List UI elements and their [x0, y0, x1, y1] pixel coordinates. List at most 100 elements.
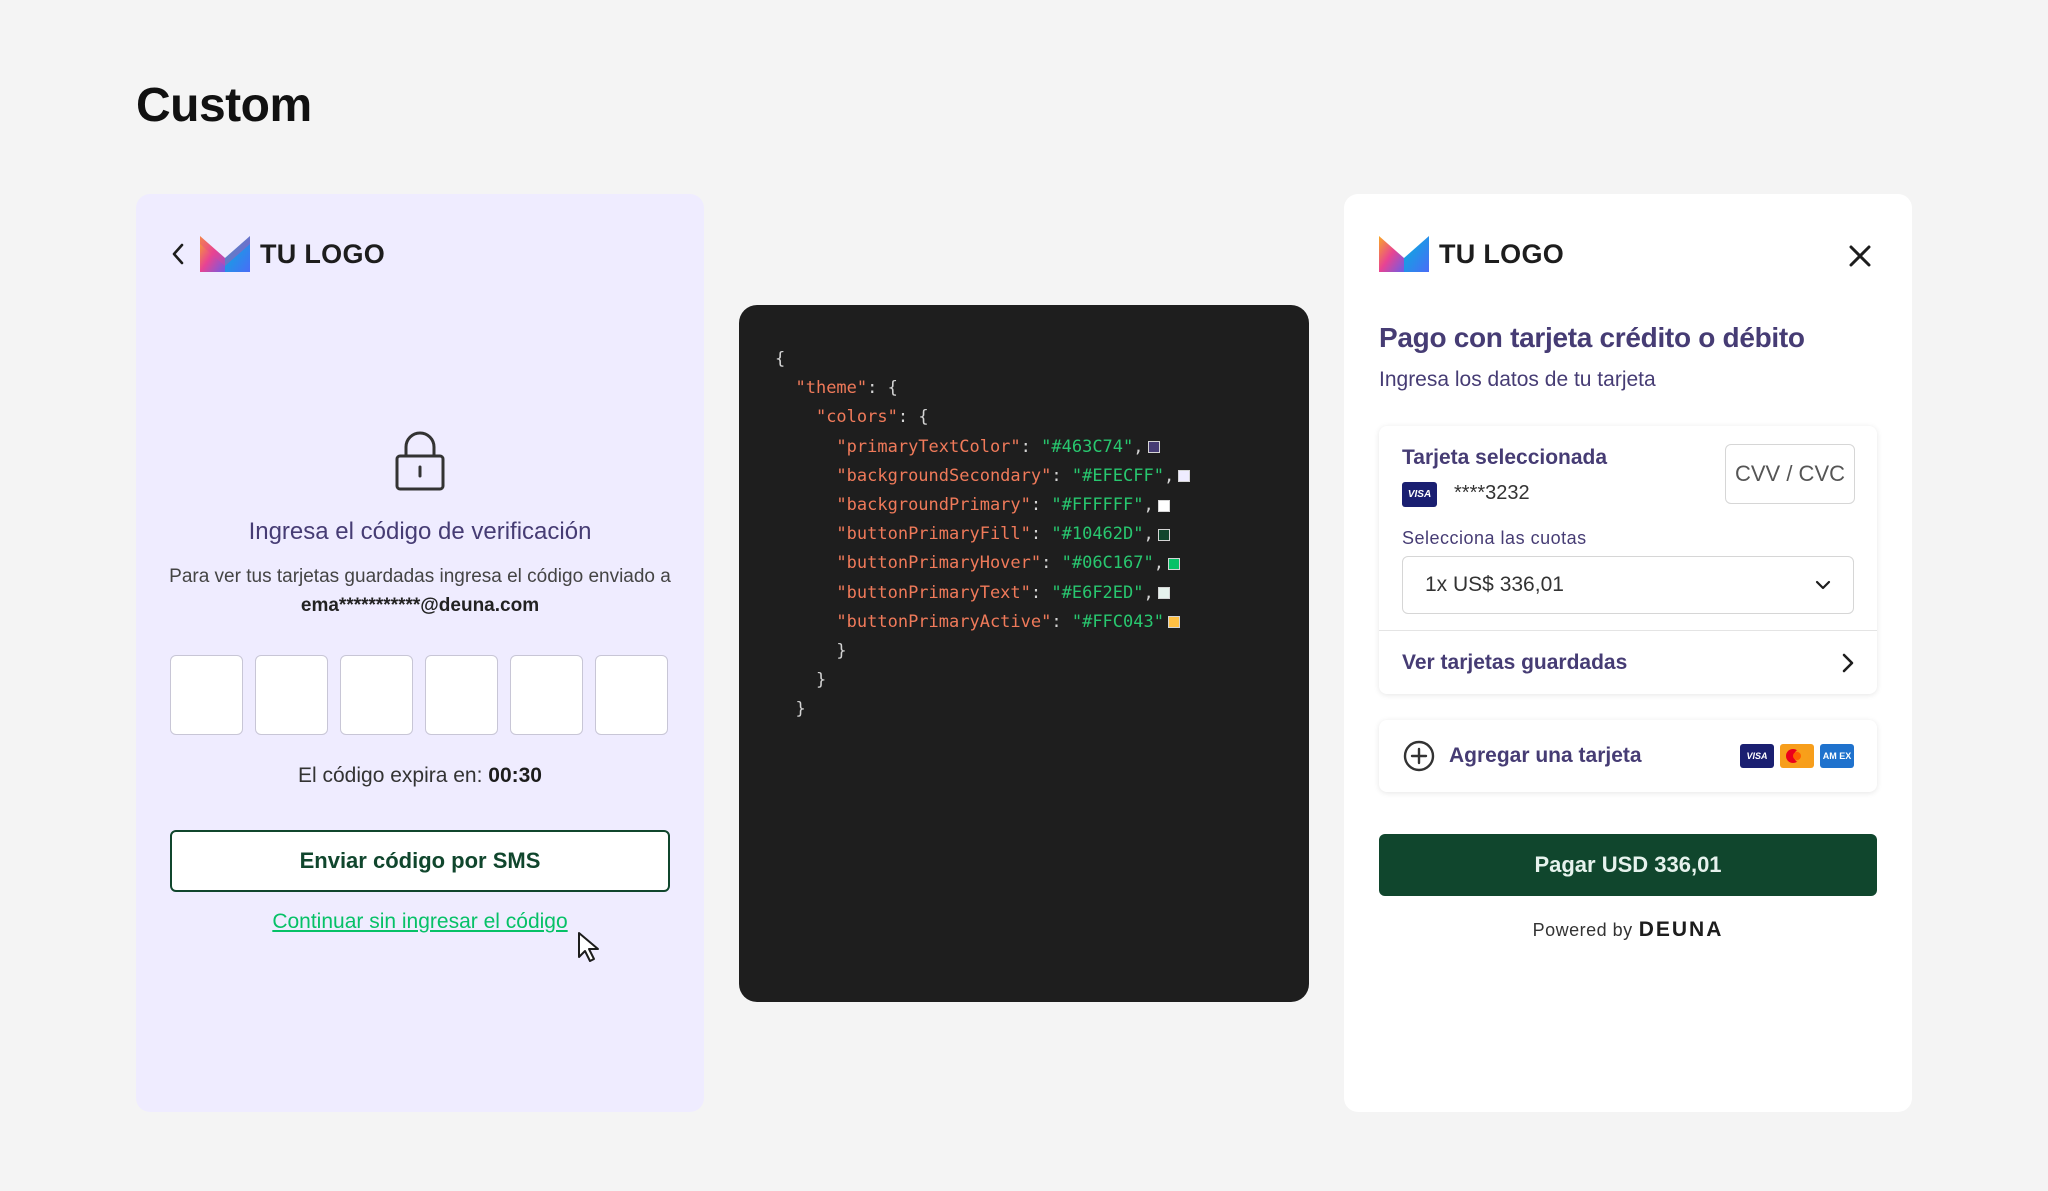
chevron-left-icon[interactable] — [164, 240, 192, 268]
cvv-input[interactable]: CVV / CVC — [1725, 444, 1855, 504]
code-digit-input[interactable] — [255, 655, 328, 735]
selected-card-box: Tarjeta seleccionada VISA ****3232 CVV /… — [1379, 426, 1877, 694]
logo-mark-icon — [1379, 236, 1429, 272]
code-punct: } — [795, 699, 806, 720]
code-value: "#E6F2ED" — [1051, 582, 1144, 603]
saved-cards-label: Ver tarjetas guardadas — [1402, 650, 1628, 674]
code-colon: : — [1051, 465, 1072, 486]
code-punct: , — [1133, 436, 1144, 457]
code-value: "#FFFFFF" — [1051, 494, 1144, 515]
code-punct: } — [836, 640, 847, 661]
code-key: "backgroundSecondary" — [836, 465, 1052, 486]
code-line: "buttonPrimaryText": "#E6F2ED", — [775, 579, 1309, 608]
color-swatch — [1157, 528, 1170, 541]
code-line: "theme": { — [775, 374, 1309, 403]
card-brand-logos: VISA AM EX — [1740, 744, 1854, 768]
view-saved-cards-button[interactable]: Ver tarjetas guardadas — [1379, 631, 1877, 694]
chevron-down-icon — [1815, 580, 1831, 590]
installments-label: Selecciona las cuotas — [1402, 528, 1587, 548]
masked-email: ema***********@deuna.com — [300, 595, 540, 616]
code-colon: : — [1051, 611, 1072, 632]
verification-description: Para ver tus tarjetas guardadas ingresa … — [160, 562, 680, 620]
color-swatch — [1167, 557, 1180, 570]
send-sms-button[interactable]: Enviar código por SMS — [170, 830, 670, 892]
lock-icon — [395, 431, 445, 491]
code-input-group — [170, 655, 668, 735]
code-colon: : — [1030, 494, 1052, 515]
code-line: } — [775, 695, 1309, 724]
code-line: "buttonPrimaryFill": "#10462D", — [775, 520, 1309, 549]
visa-card-icon: VISA — [1402, 482, 1437, 507]
code-value: "#10462D" — [1051, 524, 1144, 545]
code-line: "backgroundPrimary": "#FFFFFF", — [775, 491, 1309, 520]
color-swatch — [1167, 616, 1180, 629]
add-card-button[interactable]: Agregar una tarjeta VISA AM EX — [1379, 720, 1877, 792]
cursor-icon — [578, 932, 599, 962]
pay-button[interactable]: Pagar USD 336,01 — [1379, 834, 1877, 896]
logo-text: TU LOGO — [260, 238, 386, 269]
code-digit-input[interactable] — [425, 655, 498, 735]
verification-description-text: Para ver tus tarjetas guardadas ingresa … — [169, 566, 671, 587]
powered-by: Powered by DEUNA — [1344, 918, 1912, 942]
expiry-timer: El código expira en: 00:30 — [136, 764, 704, 788]
payment-subtitle: Ingresa los datos de tu tarjeta — [1379, 368, 1656, 391]
color-swatch — [1157, 499, 1170, 512]
code-key: "primaryTextColor" — [836, 436, 1021, 457]
plus-circle-icon — [1403, 740, 1435, 772]
deuna-logo: DEUNA — [1638, 918, 1724, 941]
continue-without-code-link[interactable]: Continuar sin ingresar el código — [136, 910, 704, 934]
color-swatch — [1147, 441, 1160, 454]
code-value: "#06C167" — [1061, 553, 1154, 574]
expiry-time: 00:30 — [488, 764, 542, 787]
close-icon[interactable] — [1846, 242, 1874, 270]
code-digit-input[interactable] — [170, 655, 243, 735]
code-digit-input[interactable] — [510, 655, 583, 735]
code-key: "buttonPrimaryFill" — [836, 524, 1031, 545]
code-colon: : — [1030, 524, 1052, 545]
code-punct: , — [1143, 524, 1154, 545]
code-key: "buttonPrimaryActive" — [836, 611, 1052, 632]
code-value: "#463C74" — [1041, 436, 1134, 457]
code-colon: : — [1030, 582, 1052, 603]
code-punct: , — [1143, 582, 1154, 603]
code-key: "colors" — [815, 407, 898, 428]
page-title: Custom — [136, 79, 312, 132]
verification-header: TU LOGO — [164, 236, 385, 272]
code-colon: : — [1020, 436, 1042, 457]
payment-panel: TU LOGO Pago con tarjeta crédito o débit… — [1344, 194, 1912, 1112]
amex-icon: AM EX — [1820, 744, 1854, 768]
code-line: "backgroundSecondary": "#EFECFF", — [775, 462, 1309, 491]
logo-mark-icon — [200, 236, 250, 272]
color-swatch — [1178, 470, 1191, 483]
code-punct: } — [815, 670, 827, 691]
code-line: } — [775, 637, 1309, 666]
code-punct: , — [1143, 494, 1154, 515]
verification-title: Ingresa el código de verificación — [248, 518, 592, 545]
code-digit-input[interactable] — [340, 655, 413, 735]
code-punct: : { — [897, 407, 929, 428]
installments-select[interactable]: 1x US$ 336,01 — [1402, 556, 1854, 614]
expiry-label: El código expira en: — [297, 764, 489, 787]
code-line: "primaryTextColor": "#463C74", — [775, 433, 1309, 462]
code-key: "theme" — [795, 378, 868, 399]
code-colon: : — [1041, 553, 1062, 574]
visa-icon: VISA — [1740, 744, 1774, 768]
selected-card-label: Tarjeta seleccionada — [1402, 446, 1608, 469]
code-value: "#FFC043" — [1071, 611, 1164, 632]
logo-text: TU LOGO — [1439, 238, 1565, 269]
add-card-label: Agregar una tarjeta — [1449, 744, 1642, 767]
chevron-right-icon — [1842, 653, 1854, 672]
installments-value: 1x US$ 336,01 — [1425, 573, 1564, 596]
mastercard-icon — [1780, 744, 1814, 768]
code-line: "buttonPrimaryActive": "#FFC043" — [775, 608, 1309, 637]
code-digit-input[interactable] — [595, 655, 668, 735]
